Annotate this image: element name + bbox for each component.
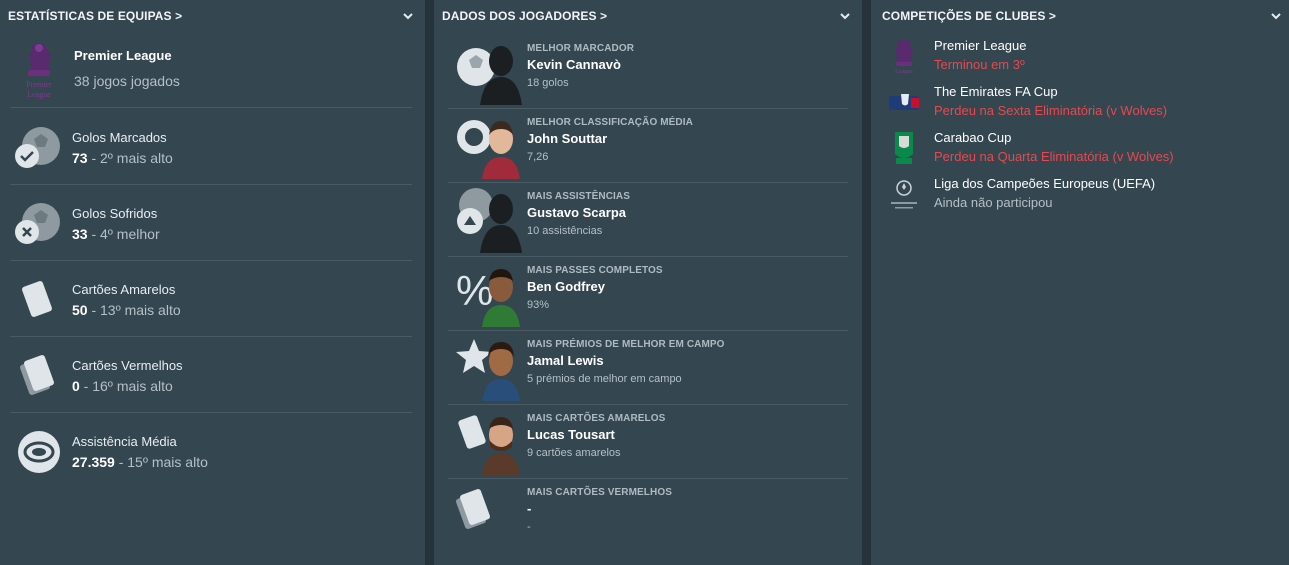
ball-check-icon <box>15 127 60 168</box>
team-stats-panel: ESTATÍSTICAS DE EQUIPAS > Premier League… <box>0 0 425 565</box>
games-played: 38 jogos jogados <box>74 73 180 89</box>
player-stat-most-yellow-cards[interactable]: MAIS CARTÕES AMARELOS Lucas Tousart 9 ca… <box>448 405 848 479</box>
player-value: 7,26 <box>527 151 549 163</box>
player-category: MAIS CARTÕES AMARELOS <box>527 413 666 424</box>
stadium-icon <box>18 431 60 473</box>
player-stat-most-motm[interactable]: MAIS PRÉMIOS DE MELHOR EM CAMPO Jamal Le… <box>448 331 848 405</box>
player-name[interactable]: Lucas Tousart <box>527 427 615 442</box>
player-stat-best-rating[interactable]: MELHOR CLASSIFICAÇÃO MÉDIA John Souttar … <box>448 109 848 183</box>
fa-cup-logo <box>889 94 919 110</box>
player-category: MAIS ASSISTÊNCIAS <box>527 191 631 202</box>
competition-premier-league[interactable]: League Premier League Terminou em 3º <box>883 36 1283 82</box>
club-competitions-title[interactable]: COMPETIÇÕES DE CLUBES > <box>879 9 1056 23</box>
player-value: 5 prémios de melhor em campo <box>527 373 682 385</box>
team-stats-header[interactable]: ESTATÍSTICAS DE EQUIPAS > <box>0 0 425 32</box>
team-stats-title[interactable]: ESTATÍSTICAS DE EQUIPAS > <box>8 9 182 23</box>
league-summary[interactable]: Premier League Premier League 38 jogos j… <box>10 36 412 108</box>
competition-name[interactable]: Premier League <box>934 38 1027 53</box>
club-competitions-panel: COMPETIÇÕES DE CLUBES > League Premier L… <box>871 0 1289 565</box>
player-name[interactable]: Kevin Cannavò <box>527 57 621 72</box>
player-name[interactable]: Gustavo Scarpa <box>527 205 626 220</box>
player-data-panel: DADOS DOS JOGADORES > MELHOR MARCADOR Ke… <box>434 0 862 565</box>
stat-label: Cartões Amarelos <box>72 282 176 297</box>
stat-value-line: 50 - 13º mais alto <box>72 302 181 318</box>
stat-value-line: 0 - 16º mais alto <box>72 378 173 394</box>
player-value: - <box>527 521 531 533</box>
competition-name[interactable]: Carabao Cup <box>934 130 1011 145</box>
assist-icon <box>457 188 522 253</box>
stat-value-line: 33 - 4º melhor <box>72 226 160 242</box>
player-stat-top-scorer[interactable]: MELHOR MARCADOR Kevin Cannavò 18 golos <box>448 35 848 109</box>
player-stat-most-red-cards[interactable]: MAIS CARTÕES VERMELHOS - - <box>448 479 848 553</box>
svg-text:%: % <box>456 267 493 314</box>
club-competitions-header[interactable]: COMPETIÇÕES DE CLUBES > <box>871 0 1289 32</box>
ball-cross-icon <box>15 203 60 244</box>
player-stat-most-assists[interactable]: MAIS ASSISTÊNCIAS Gustavo Scarpa 10 assi… <box>448 183 848 257</box>
competition-fa-cup[interactable]: The Emirates FA Cup Perdeu na Sexta Elim… <box>883 82 1283 128</box>
player-value: 10 assistências <box>527 225 603 237</box>
stat-value-line: 73 - 2º mais alto <box>72 150 173 166</box>
premier-league-logo: Premier League <box>26 43 52 99</box>
percent-icon: % <box>456 267 520 327</box>
competition-carabao-cup[interactable]: Carabao Cup Perdeu na Quarta Eliminatóri… <box>883 128 1283 174</box>
competition-result: Terminou em 3º <box>934 57 1025 72</box>
yellow-card-icon <box>458 415 520 475</box>
svg-text:League: League <box>895 69 913 75</box>
stat-yellow-cards[interactable]: Cartões Amarelos 50 - 13º mais alto <box>10 261 412 337</box>
player-category: MELHOR CLASSIFICAÇÃO MÉDIA <box>527 117 693 128</box>
stat-average-attendance[interactable]: Assistência Média 27.359 - 15º mais alto <box>10 413 412 489</box>
player-value: 93% <box>527 299 550 311</box>
ball-silhouette-icon <box>457 46 522 105</box>
player-category: MELHOR MARCADOR <box>527 43 635 54</box>
star-icon <box>456 339 520 401</box>
player-name[interactable]: Ben Godfrey <box>527 279 605 294</box>
player-category: MAIS PASSES COMPLETOS <box>527 265 663 276</box>
svg-text:Premier: Premier <box>26 80 52 89</box>
red-card-icon <box>20 355 54 395</box>
competition-name[interactable]: Liga dos Campeões Europeus (UEFA) <box>934 176 1155 191</box>
player-name[interactable]: Jamal Lewis <box>527 353 604 368</box>
panel-divider <box>425 0 434 565</box>
player-name[interactable]: John Souttar <box>527 131 607 146</box>
panel-divider <box>862 0 871 565</box>
stat-value-line: 27.359 - 15º mais alto <box>72 454 208 470</box>
champions-league-logo <box>891 180 917 209</box>
league-name: Premier League <box>74 48 172 63</box>
stat-goals-scored[interactable]: Golos Marcados 73 - 2º mais alto <box>10 109 412 185</box>
player-name: - <box>527 501 532 516</box>
competition-result: Ainda não participou <box>934 195 1053 210</box>
stat-label: Golos Marcados <box>72 130 167 145</box>
svg-text:League: League <box>27 90 51 99</box>
player-data-title[interactable]: DADOS DOS JOGADORES > <box>442 9 607 23</box>
player-value: 9 cartões amarelos <box>527 447 621 459</box>
competition-result: Perdeu na Quarta Eliminatória (v Wolves) <box>934 149 1174 164</box>
red-card-icon <box>456 489 490 529</box>
competition-result: Perdeu na Sexta Eliminatória (v Wolves) <box>934 103 1168 118</box>
rating-badge-icon <box>457 120 520 179</box>
chevron-down-icon[interactable] <box>402 10 414 22</box>
player-data-header[interactable]: DADOS DOS JOGADORES > <box>434 0 862 32</box>
chevron-down-icon[interactable] <box>1270 10 1282 22</box>
premier-league-logo: League <box>895 39 913 75</box>
chevron-down-icon[interactable] <box>839 10 851 22</box>
stat-label: Assistência Média <box>72 434 177 449</box>
yellow-card-icon <box>22 281 52 317</box>
player-category: MAIS PRÉMIOS DE MELHOR EM CAMPO <box>527 339 725 350</box>
stat-goals-conceded[interactable]: Golos Sofridos 33 - 4º melhor <box>10 185 412 261</box>
player-category: MAIS CARTÕES VERMELHOS <box>527 487 672 498</box>
competition-name[interactable]: The Emirates FA Cup <box>934 84 1058 99</box>
player-value: 18 golos <box>527 77 569 89</box>
stat-red-cards[interactable]: Cartões Vermelhos 0 - 16º mais alto <box>10 337 412 413</box>
carabao-cup-logo <box>895 132 913 164</box>
competition-champions-league[interactable]: Liga dos Campeões Europeus (UEFA) Ainda … <box>883 174 1283 220</box>
player-stat-most-passes[interactable]: % MAIS PASSES COMPLETOS Ben Godfrey 93% <box>448 257 848 331</box>
stat-label: Golos Sofridos <box>72 206 158 221</box>
stat-label: Cartões Vermelhos <box>72 358 183 373</box>
